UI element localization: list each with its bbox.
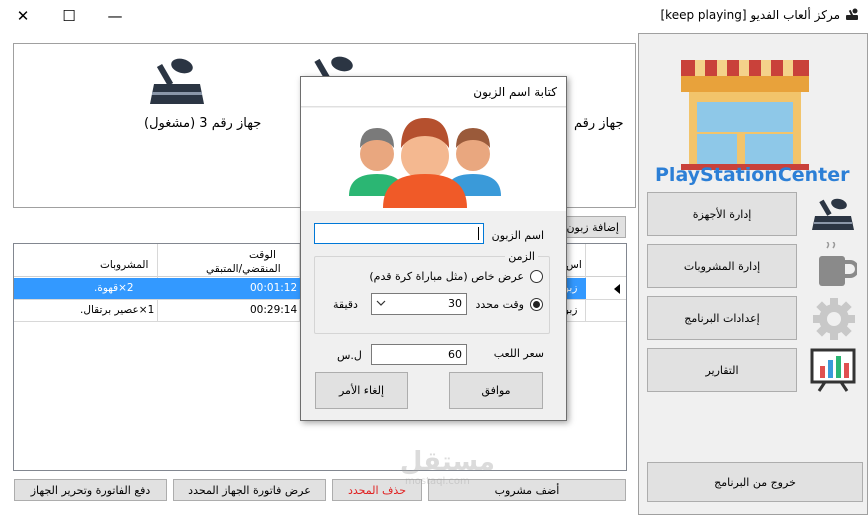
- device-label-2[interactable]: جهاز رقم: [574, 116, 624, 131]
- ok-button[interactable]: موافق: [449, 372, 543, 409]
- customer-name-label: اسم الزبون: [491, 229, 544, 242]
- console-icon[interactable]: [142, 54, 212, 109]
- sidebar: PlayStationCenter إدارة الأجهزة إدارة ال…: [638, 33, 868, 515]
- special-offer-radio[interactable]: [530, 270, 543, 283]
- price-input[interactable]: 60: [371, 344, 467, 365]
- chevron-down-icon[interactable]: [376, 297, 386, 312]
- customer-name-dialog: كتابة اسم الزبون اسم الزبون الزمن عرض خا…: [300, 76, 567, 421]
- sidebar-item-drinks[interactable]: إدارة المشروبات: [647, 244, 797, 288]
- minutes-combobox[interactable]: 30: [371, 293, 467, 315]
- header-drinks[interactable]: المشروبات: [100, 259, 148, 271]
- currency-label: ل.س: [337, 349, 362, 362]
- header-time-line1[interactable]: الوقت: [249, 249, 276, 261]
- row-1-drinks: 2×قهوة.: [94, 282, 134, 294]
- customer-name-input[interactable]: [314, 223, 484, 244]
- app-gamepad-icon: [844, 8, 860, 22]
- console-icon: [809, 196, 857, 234]
- gear-icon: [811, 296, 857, 342]
- fixed-time-radio[interactable]: [530, 298, 543, 311]
- fixed-time-label[interactable]: وقت محدد: [475, 298, 524, 311]
- brand-name: PlayStationCenter: [655, 164, 850, 186]
- dialog-title-bar: كتابة اسم الزبون: [301, 77, 566, 107]
- show-bill-button[interactable]: عرض فاتورة الجهاز المحدد: [173, 479, 326, 501]
- cancel-button[interactable]: إلغاء الأمر: [315, 372, 408, 409]
- window-title: مركز ألعاب الفديو [keep playing]: [660, 8, 840, 22]
- sidebar-item-devices[interactable]: إدارة الأجهزة: [647, 192, 797, 236]
- exit-button[interactable]: خروج من البرنامج: [647, 462, 863, 502]
- window-title-bar: ✕ ☐ — مركز ألعاب الفديو [keep playing]: [0, 0, 868, 31]
- device-3-label[interactable]: جهاز رقم 3 (مشغول): [144, 116, 261, 131]
- customers-group-icon: [349, 118, 501, 208]
- text-cursor: [478, 227, 479, 240]
- row-pointer-icon: [614, 284, 620, 294]
- minimize-button[interactable]: —: [92, 0, 138, 31]
- pay-bill-button[interactable]: دفع الفاتورة وتحرير الجهاز: [14, 479, 167, 501]
- sidebar-item-reports[interactable]: التقارير: [647, 348, 797, 392]
- row-2-drinks: 1×عصير برتقال.: [80, 304, 155, 316]
- special-offer-label[interactable]: عرض خاص (مثل مباراة كرة قدم): [369, 270, 524, 283]
- maximize-button[interactable]: ☐: [46, 0, 92, 31]
- header-name[interactable]: اس: [566, 259, 582, 271]
- coffee-mug-icon: [813, 241, 859, 290]
- price-value: 60: [448, 348, 462, 361]
- watermark: مستقل mostaql.com: [399, 447, 495, 487]
- sidebar-item-settings[interactable]: إعدادات البرنامج: [647, 296, 797, 340]
- time-group-label: الزمن: [505, 250, 538, 263]
- minutes-value: 30: [448, 297, 462, 310]
- price-label: سعر اللعب: [493, 347, 544, 360]
- dialog-image-area: [301, 108, 566, 211]
- row-header-1[interactable]: [586, 278, 626, 299]
- dialog-title: كتابة اسم الزبون: [473, 85, 557, 99]
- close-button[interactable]: ✕: [0, 0, 46, 31]
- row-2-time: 00:29:14: [250, 304, 298, 316]
- store-logo-icon: [675, 52, 815, 170]
- minutes-unit: دقيقة: [333, 298, 358, 311]
- header-time-line2[interactable]: المنقضي/المتبقي: [206, 263, 281, 275]
- chart-board-icon: [809, 348, 857, 392]
- row-1-time: 00:01:12: [250, 282, 298, 294]
